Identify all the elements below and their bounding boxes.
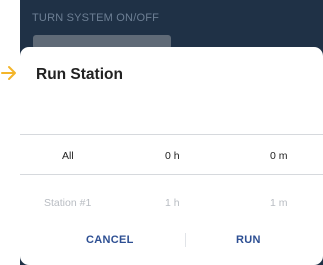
row-station-hours[interactable]: 1 h — [165, 197, 180, 209]
run-button[interactable]: RUN — [236, 234, 261, 246]
row-all-hours[interactable]: 0 h — [165, 150, 180, 162]
row-station-name[interactable]: Station #1 — [44, 197, 91, 209]
cancel-button[interactable]: CANCEL — [86, 234, 134, 246]
system-toggle-label: TURN SYSTEM ON/OFF — [32, 12, 160, 24]
row-all-name[interactable]: All — [62, 150, 74, 162]
row-all-minutes[interactable]: 0 m — [270, 150, 288, 162]
button-separator — [185, 233, 186, 247]
divider — [20, 134, 323, 135]
divider — [20, 174, 323, 175]
row-station-minutes[interactable]: 1 m — [270, 197, 288, 209]
pointer-arrow-icon — [1, 66, 16, 80]
dialog-title: Run Station — [36, 66, 123, 83]
